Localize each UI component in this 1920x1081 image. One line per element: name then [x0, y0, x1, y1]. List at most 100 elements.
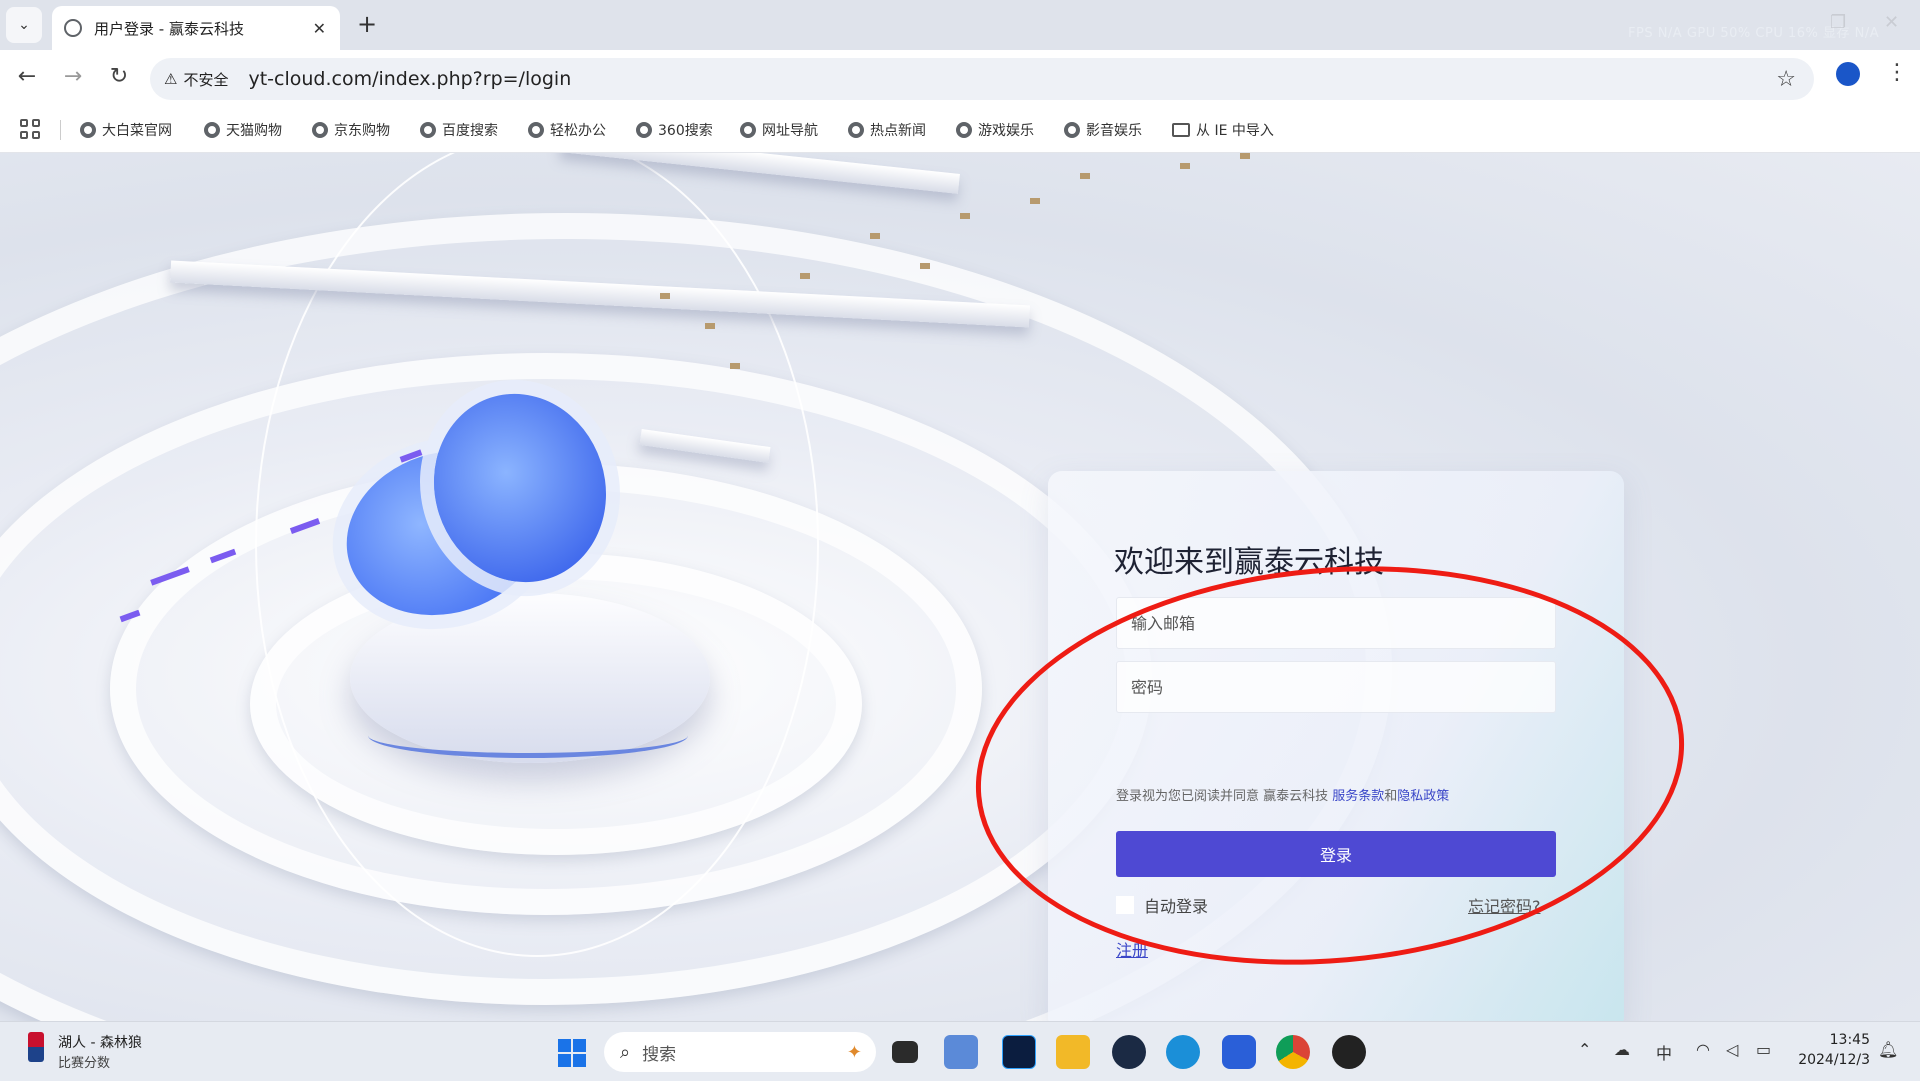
- window-close-icon[interactable]: ✕: [1884, 12, 1899, 33]
- particle: [1030, 198, 1040, 204]
- task-view-icon[interactable]: [892, 1041, 918, 1063]
- taskbar-search[interactable]: ⌕ 搜索 ✦: [604, 1032, 876, 1072]
- bookmark-item[interactable]: 360搜索: [636, 120, 713, 140]
- particle: [800, 273, 810, 279]
- bookmark-label: 轻松办公: [550, 123, 606, 139]
- chevron-up-icon[interactable]: ⌃: [1578, 1040, 1591, 1059]
- browser-toolbar: ← → ↻ ⚠ 不安全 yt-cloud.com/index.php?rp=/l…: [0, 50, 1920, 108]
- new-tab-button[interactable]: +: [352, 10, 382, 38]
- particle: [1180, 163, 1190, 169]
- globe-icon: [312, 122, 328, 138]
- start-button[interactable]: [558, 1039, 586, 1067]
- qq-icon[interactable]: [1332, 1035, 1366, 1069]
- security-indicator[interactable]: ⚠ 不安全: [164, 69, 228, 90]
- bookmarks-bar: 大白菜官网 天猫购物 京东购物 百度搜索 轻松办公 360搜索 网址导航 热点新…: [0, 108, 1920, 153]
- clock-date: 2024/12/3: [1798, 1052, 1870, 1068]
- bookmark-label: 从 IE 中导入: [1196, 123, 1274, 139]
- globe-icon: [740, 122, 756, 138]
- bookmark-label: 百度搜索: [442, 123, 498, 139]
- bookmark-item[interactable]: 轻松办公: [528, 120, 606, 140]
- system-clock[interactable]: 13:45 2024/12/3: [1796, 1030, 1870, 1070]
- bookmark-label: 影音娱乐: [1086, 123, 1142, 139]
- globe-icon: [420, 122, 436, 138]
- onedrive-icon[interactable]: ☁: [1614, 1040, 1630, 1059]
- bookmark-label: 天猫购物: [226, 123, 282, 139]
- globe-icon: [528, 122, 544, 138]
- globe-icon: [64, 19, 82, 37]
- file-explorer-icon[interactable]: [1056, 1035, 1090, 1069]
- photoshop-icon[interactable]: [1002, 1035, 1036, 1069]
- profile-avatar[interactable]: [1836, 62, 1860, 86]
- chevron-down-icon: ⌄: [18, 17, 30, 33]
- forward-icon[interactable]: →: [58, 64, 88, 89]
- apps-grid-icon[interactable]: [20, 119, 40, 139]
- bookmark-item[interactable]: 热点新闻: [848, 120, 926, 140]
- close-icon[interactable]: ✕: [313, 19, 326, 38]
- steam-icon[interactable]: [1112, 1035, 1146, 1069]
- bookmark-label: 游戏娱乐: [978, 123, 1034, 139]
- divider: [60, 120, 61, 140]
- more-menu-icon[interactable]: ⋮: [1886, 60, 1908, 85]
- news-widget[interactable]: 湖人 - 森林狼 比赛分数: [28, 1032, 142, 1071]
- globe-icon: [1064, 122, 1080, 138]
- bookmark-item[interactable]: 京东购物: [312, 120, 390, 140]
- bookmark-item[interactable]: 百度搜索: [420, 120, 498, 140]
- warning-icon: ⚠: [164, 70, 178, 88]
- news-subtitle: 比赛分数: [58, 1056, 111, 1071]
- bookmark-item[interactable]: 游戏娱乐: [956, 120, 1034, 140]
- bookmark-item[interactable]: 大白菜官网: [80, 120, 172, 140]
- bookmark-item[interactable]: 网址导航: [740, 120, 818, 140]
- search-icon: ⌕: [620, 1041, 631, 1063]
- globe-icon: [80, 122, 96, 138]
- tab-strip: ⌄ 用户登录 - 赢泰云科技 ✕ + FPS N/A GPU 50% CPU 1…: [0, 0, 1920, 50]
- pedestal-glow: [368, 713, 688, 758]
- reload-icon[interactable]: ↻: [104, 64, 134, 89]
- globe-icon: [848, 122, 864, 138]
- tab-active[interactable]: 用户登录 - 赢泰云科技 ✕: [52, 6, 340, 50]
- tab-title: 用户登录 - 赢泰云科技: [94, 19, 244, 38]
- bookmark-folder[interactable]: 从 IE 中导入: [1172, 120, 1274, 140]
- bookmark-item[interactable]: 影音娱乐: [1064, 120, 1142, 140]
- bookmark-label: 京东购物: [334, 123, 390, 139]
- bookmark-label: 网址导航: [762, 123, 818, 139]
- app-p-icon[interactable]: [1222, 1035, 1256, 1069]
- volume-icon[interactable]: ◁: [1726, 1040, 1738, 1059]
- clock-time: 13:45: [1829, 1032, 1870, 1048]
- battery-icon[interactable]: ▭: [1756, 1040, 1771, 1059]
- ime-indicator[interactable]: 中: [1656, 1040, 1672, 1064]
- back-icon[interactable]: ←: [12, 64, 42, 89]
- bookmark-item[interactable]: 天猫购物: [204, 120, 282, 140]
- folder-icon: [1172, 123, 1190, 137]
- globe-icon: [956, 122, 972, 138]
- news-title: 湖人 - 森林狼: [58, 1035, 142, 1051]
- notification-bell-icon[interactable]: 🔔︎: [1878, 1040, 1898, 1059]
- security-label: 不安全: [183, 70, 229, 89]
- wifi-icon[interactable]: ◠: [1696, 1040, 1710, 1059]
- restore-icon[interactable]: ❐: [1830, 12, 1846, 33]
- login-page: 欢迎来到赢泰云科技 登录视为您已阅读并同意 赢泰云科技 服务条款和隐私政策 登录…: [0, 153, 1920, 1021]
- bookmark-label: 热点新闻: [870, 123, 926, 139]
- particle: [920, 263, 930, 269]
- url-text[interactable]: yt-cloud.com/index.php?rp=/login: [248, 68, 571, 90]
- bookmark-star-icon[interactable]: ☆: [1776, 67, 1796, 92]
- cloud-icon: [325, 371, 635, 640]
- search-placeholder: 搜索: [642, 1044, 677, 1065]
- search-highlight-icon: ✦: [846, 1041, 862, 1063]
- bookmark-label: 360搜索: [658, 123, 713, 139]
- particle: [960, 213, 970, 219]
- particle: [1080, 173, 1090, 179]
- chrome-icon[interactable]: [1276, 1035, 1310, 1069]
- edge-icon[interactable]: [1166, 1035, 1200, 1069]
- address-bar[interactable]: ⚠ 不安全 yt-cloud.com/index.php?rp=/login ☆: [150, 58, 1814, 100]
- tab-list-button[interactable]: ⌄: [6, 7, 42, 43]
- particle: [660, 293, 670, 299]
- app-icon[interactable]: [944, 1035, 978, 1069]
- particle: [1240, 153, 1250, 159]
- particle: [730, 363, 740, 369]
- particle: [705, 323, 715, 329]
- taskbar: 湖人 - 森林狼 比赛分数 ⌕ 搜索 ✦ ⌃ ☁ 中 ◠ ◁ ▭ 13:45 2…: [0, 1021, 1920, 1081]
- particle: [870, 233, 880, 239]
- globe-icon: [204, 122, 220, 138]
- bookmark-label: 大白菜官网: [102, 123, 172, 139]
- globe-icon: [636, 122, 652, 138]
